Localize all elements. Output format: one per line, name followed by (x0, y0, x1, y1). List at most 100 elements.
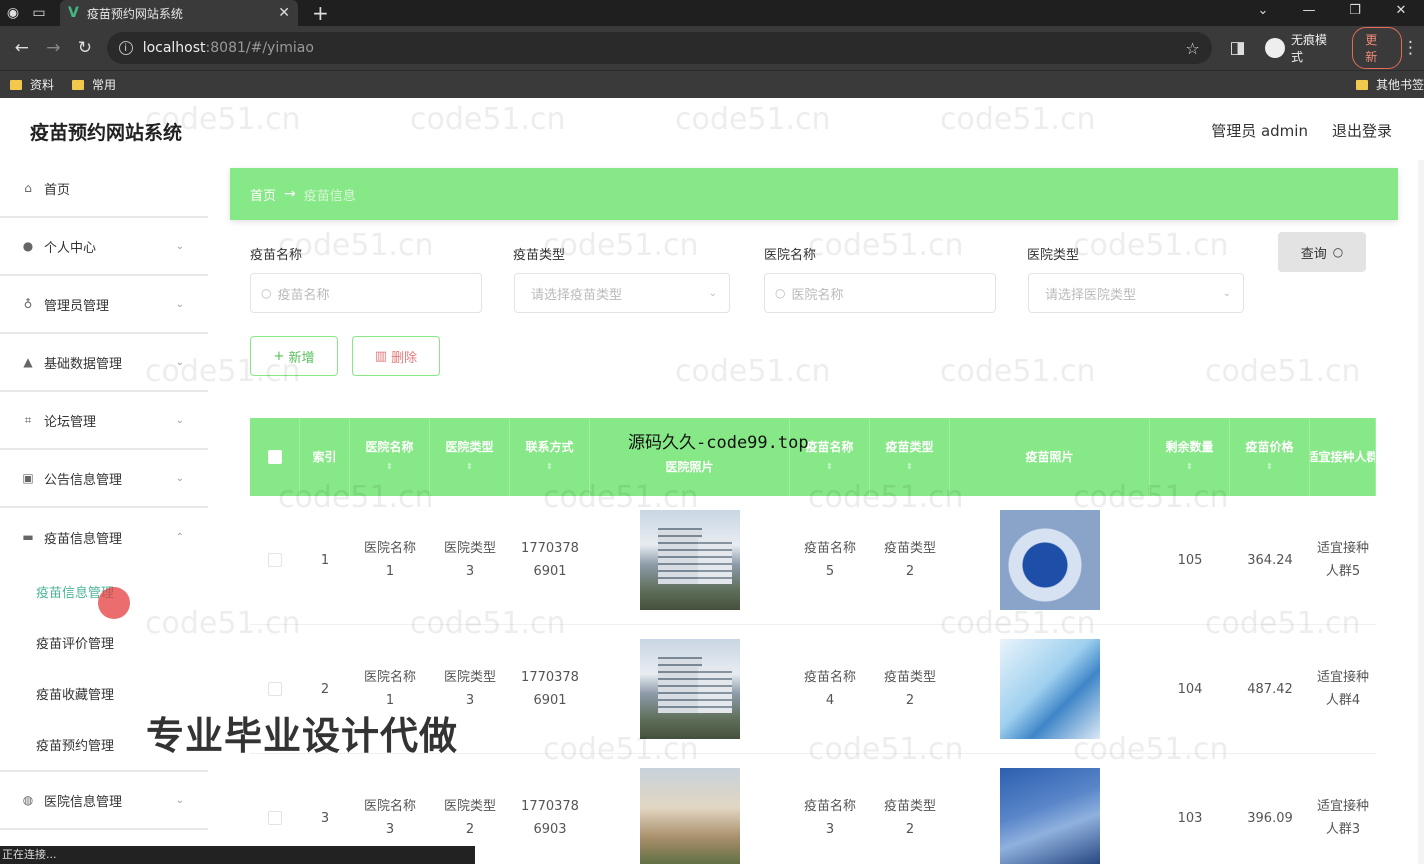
new-tab-icon[interactable]: + (312, 1, 329, 25)
query-button[interactable]: 查询 ○ (1278, 232, 1366, 272)
cell-text: 疫苗名称 (803, 541, 856, 556)
sidebar-item-basic-data[interactable]: ▲ 基础数据管理 ⌄ (0, 334, 208, 392)
home-icon: ⌂ (24, 181, 32, 195)
minimize-icon[interactable]: — (1286, 0, 1332, 22)
chevron-down-icon: ⌄ (175, 472, 184, 484)
cell-vaccine-photo (950, 496, 1150, 624)
sidebar-item-vaccine[interactable]: ▬ 疫苗信息管理 ⌃ (0, 508, 208, 566)
sort-icon: ⇕ (386, 462, 393, 471)
hospital-name-input[interactable]: ○ 医院名称 (764, 273, 996, 313)
card-icon: ▬ (22, 530, 34, 544)
sidebar-item-forum[interactable]: ⌗ 论坛管理 ⌄ (0, 392, 208, 450)
add-button[interactable]: + 新增 (250, 336, 338, 376)
chevron-down-icon: ⌄ (175, 298, 184, 310)
close-window-icon[interactable]: ✕ (1378, 0, 1424, 22)
close-tab-icon[interactable]: ✕ (278, 5, 290, 21)
chevron-down-icon: ⌄ (1222, 287, 1231, 299)
header-label: 医院类型 (445, 440, 494, 454)
cell-text: 3 (385, 822, 395, 837)
cell-text: 人群5 (1325, 564, 1361, 579)
column-header-contact[interactable]: 联系方式 ⇕ (510, 418, 590, 496)
vaccine-photo[interactable] (1000, 768, 1100, 864)
cell-text: 医院类型 (443, 670, 496, 685)
column-header-remaining[interactable]: 剩余数量 ⇕ (1150, 418, 1230, 496)
incognito-label: 无痕模式 (1291, 33, 1328, 64)
cell-text: 2 (465, 822, 475, 837)
app-page: 疫苗预约网站系统 管理员 admin 退出登录 ⌂ 首页 ● 个人中心 ⌄ ♁ 管理员管… (0, 98, 1424, 864)
action-buttons: + 新增 ▥ 删除 (230, 320, 1398, 390)
cell-price: 364.24 (1247, 552, 1293, 568)
bookmark-folder-changyong[interactable]: 常用 (72, 76, 116, 93)
browser-menu-icon[interactable]: ⋮ (1402, 38, 1419, 58)
browser-tab[interactable]: V 疫苗预约网站系统 ✕ (60, 0, 298, 26)
cell-text: 医院名称 (363, 541, 416, 556)
site-info-icon[interactable]: i (118, 41, 133, 55)
column-header-price[interactable]: 疫苗价格 ⇕ (1230, 418, 1310, 496)
reload-icon[interactable]: ↻ (69, 38, 101, 58)
tab-list-icon[interactable]: ▭ (26, 0, 52, 26)
header-label: 索引 (312, 450, 337, 464)
other-bookmarks-label: 其他书签 (1375, 78, 1424, 92)
other-bookmarks[interactable]: 其他书签 (1355, 76, 1424, 93)
sidebar-item-hospital[interactable]: ◍ 医院信息管理 ⌄ (0, 772, 208, 830)
url-input[interactable]: i localhost :8081/#/yimiao ☆ (106, 32, 1212, 64)
delete-button[interactable]: ▥ 删除 (352, 336, 440, 376)
sort-icon: ⇕ (906, 462, 913, 471)
column-header-hospital-name[interactable]: 医院名称 ⇕ (350, 418, 430, 496)
cell-text: 疫苗类型 (883, 670, 936, 685)
main-content: 首页 → 疫苗信息 疫苗名称 ○ 疫苗名称 疫苗类型 请选择疫苗类型 ⌄ 医院名称 … (230, 168, 1398, 864)
column-header-vaccine-type[interactable]: 疫苗类型 ⇕ (870, 418, 950, 496)
cell-vaccine-name: 疫苗名称 3 (790, 754, 870, 864)
vaccine-name-input[interactable]: ○ 疫苗名称 (250, 273, 482, 313)
bookmark-star-icon[interactable]: ☆ (1185, 39, 1199, 58)
cell-text: 人群3 (1325, 822, 1361, 837)
chevron-down-icon: ⌄ (708, 287, 717, 299)
bookmark-folder-ziliao[interactable]: 资料 (10, 76, 54, 93)
vaccine-photo[interactable] (1000, 639, 1100, 739)
cell-crowd: 适宜接种 人群3 (1310, 754, 1376, 864)
logout-link[interactable]: 退出登录 (1332, 120, 1392, 141)
row-checkbox[interactable] (250, 496, 300, 624)
sidebar-item-admin[interactable]: ♁ 管理员管理 ⌄ (0, 276, 208, 334)
hospital-photo[interactable] (640, 768, 740, 864)
sort-icon: ⇕ (1266, 462, 1273, 471)
column-header-vaccine-photo[interactable]: 疫苗照片 (950, 418, 1150, 496)
breadcrumb-home[interactable]: 首页 (250, 185, 276, 204)
vaccine-photo[interactable] (1000, 510, 1100, 610)
cell-text: 医院类型 (443, 799, 496, 814)
forward-icon[interactable]: → (38, 38, 70, 58)
side-panel-icon[interactable]: ◨ (1222, 38, 1254, 58)
person-icon: ▲ (23, 355, 33, 369)
address-bar-row: ← → ↻ i localhost :8081/#/yimiao ☆ ◨ 无痕模… (0, 26, 1424, 70)
chevron-down-icon: ⌄ (175, 356, 184, 368)
select-all-checkbox[interactable] (250, 418, 300, 496)
page-scrollbar[interactable] (1418, 160, 1424, 864)
app-title: 疫苗预约网站系统 (30, 122, 183, 144)
tab-search-icon[interactable]: ⌄ (1240, 0, 1286, 22)
hospital-type-select[interactable]: 请选择医院类型 ⌄ (1028, 273, 1244, 313)
breadcrumb-current: 疫苗信息 (303, 188, 356, 204)
back-icon[interactable]: ← (6, 38, 38, 58)
cell-text: 疫苗名称 (803, 799, 856, 814)
bookmark-label: 常用 (92, 78, 117, 92)
cell-text: 2 (905, 564, 915, 579)
cell-text: 6903 (533, 822, 567, 837)
vaccine-type-select[interactable]: 请选择疫苗类型 ⌄ (514, 273, 730, 313)
sidebar-item-home[interactable]: ⌂ 首页 (0, 160, 208, 218)
sidebar-item-notice[interactable]: ▣ 公告信息管理 ⌄ (0, 450, 208, 508)
table-row[interactable]: 1 医院名称 1 医院类型 3 1770378 6901 疫苗名称 5 疫苗类型 2 10… (250, 496, 1376, 625)
sidebar-item-personal[interactable]: ● 个人中心 ⌄ (0, 218, 208, 276)
submenu-vaccine-review[interactable]: 疫苗评价管理 (0, 617, 208, 668)
header-label: 疫苗类型 (885, 440, 934, 454)
incognito-indicator[interactable]: 无痕模式 (1265, 31, 1338, 65)
column-header-hospital-type[interactable]: 医院类型 ⇕ (430, 418, 510, 496)
column-header-crowd[interactable]: 适宜接种人群 (1310, 418, 1376, 496)
hospital-photo[interactable] (640, 639, 740, 739)
hospital-photo[interactable] (640, 510, 740, 610)
update-button[interactable]: 更新 (1352, 27, 1402, 69)
column-header-index[interactable]: 索引 (300, 418, 350, 496)
restore-icon[interactable]: ❐ (1332, 0, 1378, 22)
header-label: 疫苗照片 (1025, 450, 1074, 464)
cell-text: 疫苗类型 (883, 541, 936, 556)
header-label: 联系方式 (525, 440, 574, 454)
